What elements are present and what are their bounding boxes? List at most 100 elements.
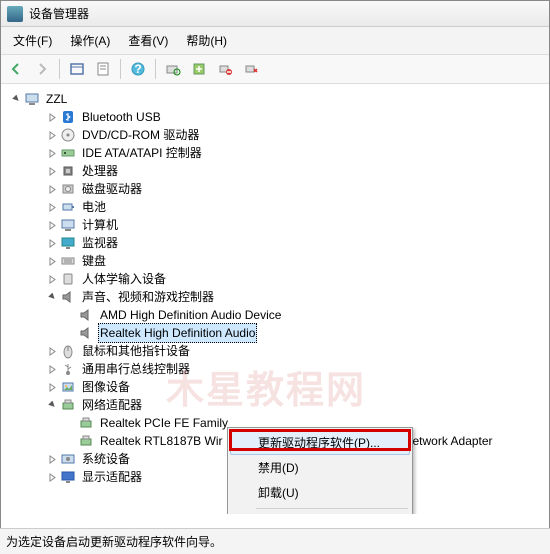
- tree-node[interactable]: 监视器: [11, 234, 545, 252]
- expander-closed-icon[interactable]: [47, 346, 58, 357]
- device-tree[interactable]: 木星教程网 ZZL Bluetooth USBDVD/CD-ROM 驱动器IDE…: [1, 84, 549, 514]
- usb-icon: [60, 361, 76, 377]
- node-label[interactable]: 监视器: [80, 234, 120, 252]
- tree-node[interactable]: 通用串行总线控制器: [11, 360, 545, 378]
- expander-none: [65, 418, 76, 429]
- ctx-update-driver[interactable]: 更新驱动程序软件(P)...: [230, 430, 410, 455]
- ctx-disable[interactable]: 禁用(D): [230, 455, 410, 480]
- node-label[interactable]: 声音、视频和游戏控制器: [80, 288, 216, 306]
- node-label[interactable]: 网络适配器: [80, 396, 144, 414]
- node-label[interactable]: Bluetooth USB: [80, 108, 163, 126]
- bluetooth-icon: [60, 109, 76, 125]
- expander-closed-icon[interactable]: [47, 184, 58, 195]
- tree-node[interactable]: Bluetooth USB: [11, 108, 545, 126]
- help-button[interactable]: ?: [127, 58, 149, 80]
- tree-node[interactable]: 鼠标和其他指针设备: [11, 342, 545, 360]
- mouse-icon: [60, 343, 76, 359]
- tree-node[interactable]: Realtek High Definition Audio: [11, 324, 545, 342]
- context-menu: 更新驱动程序软件(P)... 禁用(D) 卸载(U) 扫描检测硬件改动(A) 属…: [227, 427, 413, 514]
- expander-open-icon[interactable]: [47, 400, 58, 411]
- expander-closed-icon[interactable]: [47, 166, 58, 177]
- tree-node[interactable]: 处理器: [11, 162, 545, 180]
- menu-help[interactable]: 帮助(H): [178, 29, 235, 52]
- tree-node[interactable]: DVD/CD-ROM 驱动器: [11, 126, 545, 144]
- scan-button[interactable]: [162, 58, 184, 80]
- computer-icon: [60, 217, 76, 233]
- status-bar: 为选定设备启动更新驱动程序软件向导。: [0, 528, 550, 554]
- sound-icon: [78, 325, 94, 341]
- node-label[interactable]: 磁盘驱动器: [80, 180, 144, 198]
- node-label[interactable]: 鼠标和其他指针设备: [80, 342, 192, 360]
- tree-node[interactable]: 电池: [11, 198, 545, 216]
- node-label[interactable]: 键盘: [80, 252, 108, 270]
- display-icon: [60, 469, 76, 485]
- expander-closed-icon[interactable]: [47, 256, 58, 267]
- sound-icon: [60, 289, 76, 305]
- hid-icon: [60, 271, 76, 287]
- back-button[interactable]: [5, 58, 27, 80]
- expander-none: [65, 436, 76, 447]
- system-icon: [60, 451, 76, 467]
- tree-node[interactable]: 磁盘驱动器: [11, 180, 545, 198]
- node-label[interactable]: DVD/CD-ROM 驱动器: [80, 126, 201, 144]
- node-label[interactable]: 人体学输入设备: [80, 270, 168, 288]
- update-driver-button[interactable]: [188, 58, 210, 80]
- toolbar: ?: [1, 55, 549, 84]
- expander-closed-icon[interactable]: [47, 472, 58, 483]
- forward-button[interactable]: [31, 58, 53, 80]
- node-label[interactable]: Realtek PCIe FE Family: [98, 414, 230, 432]
- node-label[interactable]: 显示适配器: [80, 468, 144, 486]
- tree-node[interactable]: 计算机: [11, 216, 545, 234]
- menu-file[interactable]: 文件(F): [5, 29, 60, 52]
- svg-text:?: ?: [134, 62, 141, 76]
- menu-view[interactable]: 查看(V): [120, 29, 176, 52]
- expander-closed-icon[interactable]: [47, 382, 58, 393]
- tree-node[interactable]: 声音、视频和游戏控制器: [11, 288, 545, 306]
- expander-closed-icon[interactable]: [47, 364, 58, 375]
- expander-closed-icon[interactable]: [47, 130, 58, 141]
- node-label[interactable]: Realtek High Definition Audio: [98, 323, 257, 343]
- node-label[interactable]: 系统设备: [80, 450, 132, 468]
- show-hide-button[interactable]: [66, 58, 88, 80]
- expander-open-icon[interactable]: [11, 94, 22, 105]
- app-icon: [7, 6, 23, 22]
- node-label[interactable]: 通用串行总线控制器: [80, 360, 192, 378]
- node-label[interactable]: 图像设备: [80, 378, 132, 396]
- node-label[interactable]: AMD High Definition Audio Device: [98, 306, 283, 324]
- ctx-uninstall[interactable]: 卸载(U): [230, 480, 410, 505]
- tree-node[interactable]: AMD High Definition Audio Device: [11, 306, 545, 324]
- properties-button[interactable]: [92, 58, 114, 80]
- tree-root[interactable]: ZZL: [11, 90, 545, 108]
- expander-closed-icon[interactable]: [47, 202, 58, 213]
- expander-open-icon[interactable]: [47, 292, 58, 303]
- expander-closed-icon[interactable]: [47, 112, 58, 123]
- menu-action[interactable]: 操作(A): [62, 29, 118, 52]
- image-icon: [60, 379, 76, 395]
- tree-node[interactable]: 网络适配器: [11, 396, 545, 414]
- tree-node[interactable]: 人体学输入设备: [11, 270, 545, 288]
- node-label[interactable]: 电池: [80, 198, 108, 216]
- node-label[interactable]: IDE ATA/ATAPI 控制器: [80, 144, 204, 162]
- expander-closed-icon[interactable]: [47, 148, 58, 159]
- separator: [155, 59, 156, 79]
- tree-node[interactable]: 键盘: [11, 252, 545, 270]
- ctx-scan[interactable]: 扫描检测硬件改动(A): [230, 512, 410, 514]
- battery-icon: [60, 199, 76, 215]
- expander-none: [65, 328, 76, 339]
- root-label[interactable]: ZZL: [44, 90, 69, 108]
- node-label[interactable]: 计算机: [80, 216, 120, 234]
- tree-node[interactable]: 图像设备: [11, 378, 545, 396]
- expander-closed-icon[interactable]: [47, 454, 58, 465]
- computer-icon: [24, 91, 40, 107]
- expander-closed-icon[interactable]: [47, 220, 58, 231]
- node-label[interactable]: 处理器: [80, 162, 120, 180]
- tree-node[interactable]: IDE ATA/ATAPI 控制器: [11, 144, 545, 162]
- disc-icon: [60, 127, 76, 143]
- uninstall-button[interactable]: [214, 58, 236, 80]
- expander-closed-icon[interactable]: [47, 274, 58, 285]
- disable-button[interactable]: [240, 58, 262, 80]
- node-label[interactable]: Realtek RTL8187B Wir: [98, 432, 225, 450]
- disk-icon: [60, 181, 76, 197]
- expander-closed-icon[interactable]: [47, 238, 58, 249]
- ide-icon: [60, 145, 76, 161]
